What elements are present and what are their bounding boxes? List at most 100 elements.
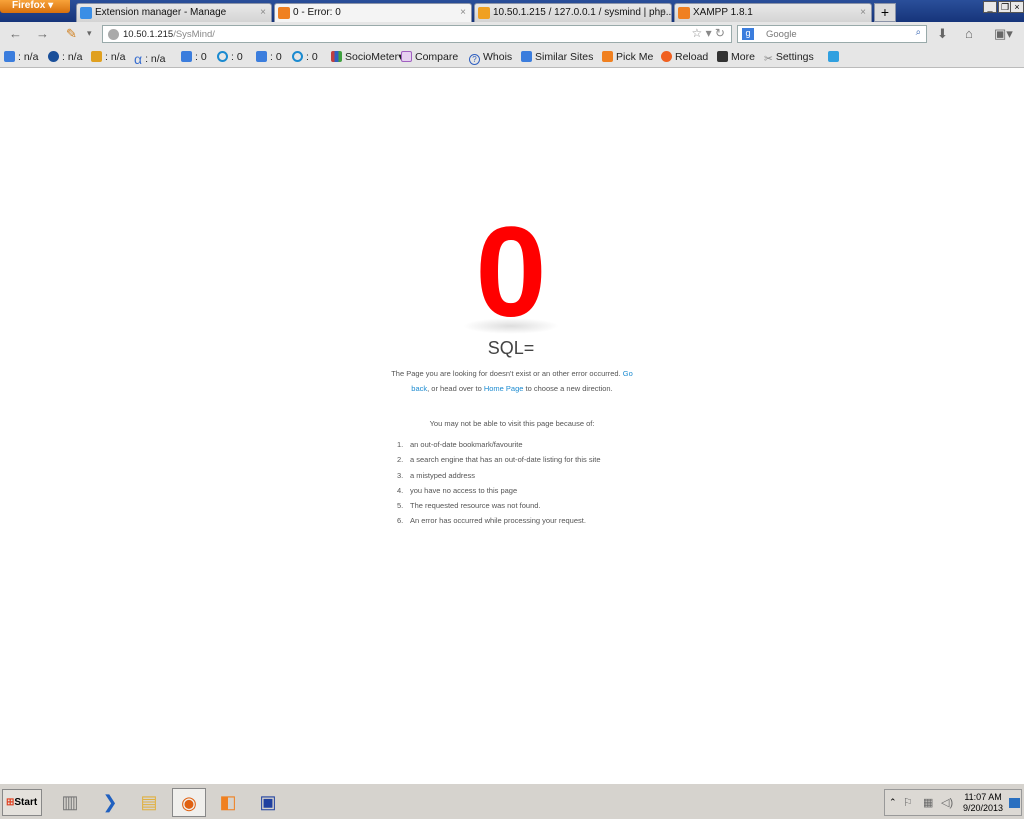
bookmark-label: : 0 <box>195 51 207 63</box>
volume-icon[interactable]: ◁) <box>941 796 953 809</box>
clock[interactable]: 11:07 AM 9/20/2013 <box>963 792 1003 814</box>
network-icon[interactable]: ▦ <box>923 796 933 809</box>
bookmark-label: : n/a <box>105 51 126 63</box>
forward-icon[interactable]: → <box>36 26 49 41</box>
navigation-bar: ← → ✎ ▾ 10.50.1.215/SysMind/ ☆ ▾ ↻ g Goo… <box>0 22 1024 46</box>
search-input[interactable]: g Google ⌕ <box>737 25 927 43</box>
reason-text: an out-of-date bookmark/favourite <box>410 440 523 449</box>
tab-xampp[interactable]: XAMPP 1.8.1 × <box>674 3 872 22</box>
bookmark-label: : n/a <box>145 53 166 65</box>
search-icon[interactable]: ⌕ <box>916 27 921 38</box>
xampp-icon <box>278 7 290 19</box>
list-item: 6. An error has occurred while processing… <box>397 516 586 526</box>
download-icon[interactable]: ⬇ <box>937 26 948 42</box>
reason-text: An error has occurred while processing y… <box>410 516 586 526</box>
close-tab-icon[interactable]: × <box>260 7 266 18</box>
url-bar[interactable]: 10.50.1.215/SysMind/ ☆ ▾ ↻ <box>102 25 732 43</box>
firefox-menu-label: Firefox <box>12 0 46 11</box>
tab-label: 10.50.1.215 / 127.0.0.1 / sysmind | php.… <box>493 7 672 18</box>
google-index-item[interactable]: : 0 <box>181 51 207 63</box>
compare-icon <box>401 51 412 62</box>
reasons-heading: You may not be able to visit this page b… <box>429 419 595 428</box>
close-tab-icon[interactable]: × <box>860 7 866 18</box>
powershell-icon[interactable]: ❯ <box>93 788 127 817</box>
page-content: 0 SQL= The Page you are looking for does… <box>0 68 1024 783</box>
error-title: SQL= <box>487 338 535 358</box>
reasons-list: 1. an out-of-date bookmark/favourite 2. a … <box>397 440 601 532</box>
date: 9/20/2013 <box>963 803 1004 813</box>
list-item: 3. a mistyped address <box>397 470 476 480</box>
sociometer-item[interactable]: SocioMeter▾ <box>331 51 403 63</box>
compete-item[interactable]: : n/a <box>91 51 125 63</box>
time: 11:07 AM <box>964 792 1002 802</box>
list-item: 4. you have no access to this page <box>397 485 518 495</box>
reload-item[interactable]: Reload <box>661 51 708 63</box>
start-button[interactable]: ⊞Start <box>2 789 42 816</box>
google-icon <box>181 51 192 62</box>
home-icon[interactable]: ⌂ <box>965 26 973 41</box>
bookmark-label: Compare <box>415 51 459 63</box>
alpha-item[interactable]: α: n/a <box>134 51 166 67</box>
home-page-link[interactable]: Home Page <box>484 384 524 393</box>
bing-index-item[interactable]: : 0 <box>217 51 243 63</box>
tab-label: Extension manager - Manage <box>95 7 227 18</box>
tab-strip: Firefox ▾ Extension manager - Manage × 0 … <box>0 0 1024 22</box>
firefox-taskbar-icon[interactable]: ◉ <box>172 788 206 817</box>
google-links-item[interactable]: : 0 <box>256 51 282 63</box>
list-item: 5. The requested resource was not found. <box>397 501 541 511</box>
whois-item[interactable]: ? Whois <box>469 51 512 65</box>
url-path: /SysMind/ <box>173 29 215 40</box>
help-icon: ? <box>469 54 480 65</box>
similar-sites-item[interactable]: Similar Sites <box>521 51 593 63</box>
reload-star-icons[interactable]: ☆ ▾ ↻ <box>691 26 725 40</box>
xampp-icon <box>678 7 690 19</box>
alpha-icon: α <box>134 51 143 67</box>
compare-item[interactable]: Compare <box>401 51 458 63</box>
more-item[interactable]: More <box>717 51 755 63</box>
history-dropdown-icon[interactable]: ▾ <box>87 28 92 39</box>
google-icon: g <box>742 28 754 40</box>
reason-text: you have no access to this page <box>410 485 518 495</box>
system-tray: ⌃ ⚐ ▦ ◁) 11:07 AM 9/20/2013 <box>884 789 1022 816</box>
close-tab-icon[interactable]: × <box>660 7 666 18</box>
remote-desktop-icon[interactable]: ▣ <box>251 788 285 817</box>
outlook-icon[interactable]: ◧ <box>211 788 245 817</box>
tab-extension-manager[interactable]: Extension manager - Manage × <box>76 3 272 22</box>
google-icon <box>256 51 267 62</box>
tab-phpmyadmin[interactable]: 10.50.1.215 / 127.0.0.1 / sysmind | php.… <box>474 3 672 22</box>
twitter-icon <box>828 51 839 62</box>
back-icon[interactable]: ← <box>9 26 22 41</box>
twitter-item[interactable] <box>828 51 842 63</box>
bookmarks-toolbar: : n/a : n/a : n/a α: n/a : 0 : 0 : 0 : 0… <box>0 46 1024 68</box>
wr-icon <box>717 51 728 62</box>
search-placeholder: Google <box>766 29 797 40</box>
explorer-icon[interactable]: ▤ <box>132 788 166 817</box>
server-manager-icon[interactable]: ▥ <box>53 788 87 817</box>
list-item: 1. an out-of-date bookmark/favourite <box>397 440 523 449</box>
firefox-menu-button[interactable]: Firefox ▾ <box>0 0 70 13</box>
close-window-button[interactable]: × <box>1010 1 1024 13</box>
globe-icon <box>108 29 119 40</box>
bookmark-label: SocioMeter▾ <box>345 51 404 63</box>
bing-links-item[interactable]: : 0 <box>292 51 318 63</box>
bookmarks-icon[interactable]: ▣▾ <box>994 26 1013 42</box>
google-pagerank-item[interactable]: : n/a <box>4 51 38 63</box>
pick-me-item[interactable]: Pick Me <box>602 51 653 63</box>
show-hidden-icons[interactable]: ⌃ <box>889 797 897 808</box>
minimize-button[interactable]: _ <box>983 1 997 13</box>
bookmark-label: Similar Sites <box>535 51 594 63</box>
settings-item[interactable]: ✂ Settings <box>764 51 814 65</box>
bookmark-label: : 0 <box>306 51 318 63</box>
new-tab-button[interactable]: + <box>874 3 896 22</box>
pencil-icon[interactable]: ✎ <box>66 26 77 42</box>
reason-text: The requested resource was not found. <box>410 501 541 511</box>
tab-error[interactable]: 0 - Error: 0 × <box>274 3 472 22</box>
close-tab-icon[interactable]: × <box>460 7 466 18</box>
bookmark-label: : n/a <box>62 51 83 63</box>
phpmyadmin-icon <box>478 7 490 19</box>
compete-icon <box>91 51 102 62</box>
flag-icon[interactable]: ⚐ <box>903 796 913 809</box>
alexa-item[interactable]: : n/a <box>48 51 82 63</box>
tab-label: 0 - Error: 0 <box>293 7 341 18</box>
show-desktop-icon[interactable] <box>1009 798 1020 808</box>
